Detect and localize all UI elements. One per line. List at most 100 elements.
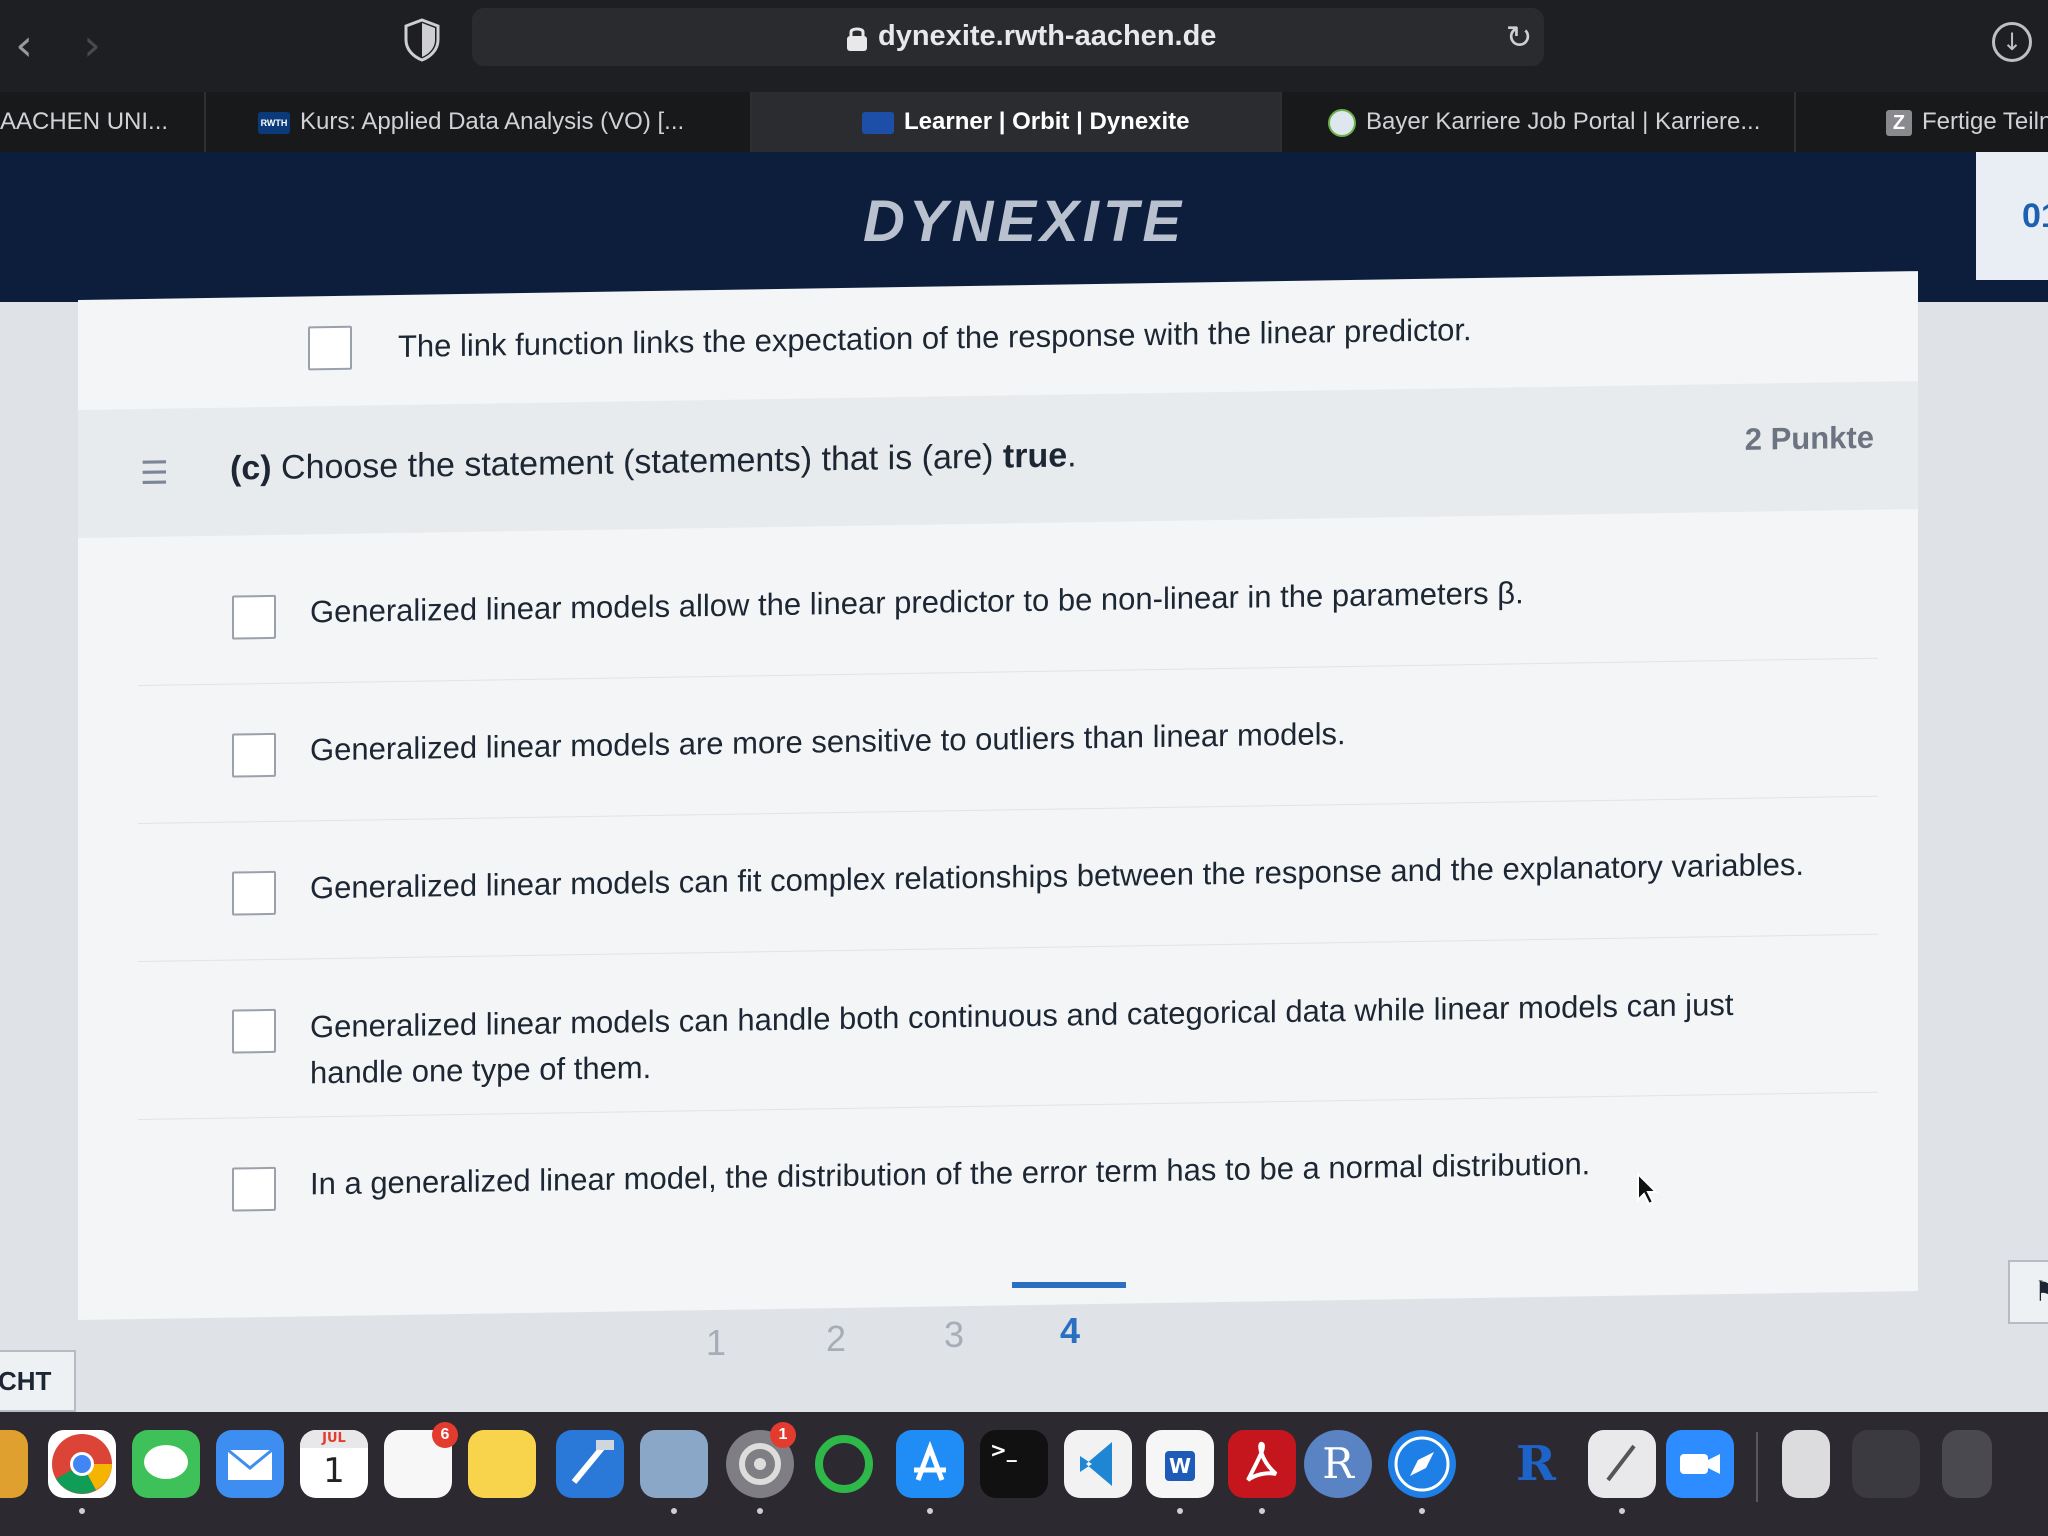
running-indicator [1177, 1508, 1183, 1514]
downloads-stack-icon[interactable] [1942, 1430, 1992, 1498]
question-bold-word: true [1002, 436, 1068, 476]
dock-app-icon[interactable] [0, 1430, 28, 1498]
word-letter: W [1165, 1451, 1195, 1481]
chrome-icon[interactable] [48, 1430, 116, 1498]
rstudio-icon[interactable]: R [1502, 1430, 1570, 1498]
page-2[interactable]: 2 [806, 1318, 866, 1360]
tab-label: Bayer Karriere Job Portal | Karriere... [1366, 108, 1761, 135]
option-checkbox[interactable] [232, 732, 276, 778]
option-5[interactable]: In a generalized linear model, the distr… [138, 1100, 1878, 1257]
browser-toolbar: ‹ › dynexite.rwth-aachen.de ↻ ↓ [0, 0, 2048, 92]
option-text: Generalized linear models can handle bot… [310, 986, 1734, 1091]
zoom-icon[interactable] [1666, 1430, 1734, 1498]
tab-applied-data-analysis[interactable]: RWTH Kurs: Applied Data Analysis (VO) [..… [206, 92, 752, 152]
running-indicator [79, 1508, 85, 1514]
option-text: In a generalized linear model, the distr… [310, 1146, 1591, 1202]
list-icon[interactable]: ☰ [140, 454, 176, 492]
tab-aachen[interactable]: AACHEN UNI... [0, 92, 206, 152]
back-arrow-icon[interactable]: ‹ [2, 20, 46, 72]
chrome-logo-icon [52, 1434, 112, 1494]
activity-ring-icon[interactable] [810, 1430, 878, 1498]
address-bar[interactable]: dynexite.rwth-aachen.de ↻ [472, 8, 1544, 66]
option-1[interactable]: Generalized linear models allow the line… [138, 527, 1878, 687]
question-end: . [1067, 436, 1077, 475]
option-3[interactable]: Generalized linear models can fit comple… [138, 803, 1878, 963]
word-icon[interactable]: W [1146, 1430, 1214, 1498]
video-camera-icon [1680, 1454, 1720, 1474]
option-checkbox[interactable] [232, 1166, 276, 1212]
forward-arrow-icon[interactable]: › [70, 20, 114, 72]
tab-fertige[interactable]: Z Fertige Teiln [1796, 92, 2048, 152]
r-app-icon[interactable]: R [1304, 1430, 1372, 1498]
app-store-logo-icon [914, 1440, 946, 1481]
timer-box: 01 [1976, 152, 2048, 280]
textedit-icon[interactable] [1588, 1430, 1656, 1498]
speech-bubble-icon [144, 1445, 188, 1479]
previous-option[interactable]: The link function links the expectation … [228, 301, 1828, 376]
pencil-icon [1606, 1444, 1636, 1482]
bayer-favicon-icon [1328, 108, 1356, 137]
question-text: (c) Choose the statement (statements) th… [230, 436, 1077, 488]
tab-label: Learner | Orbit | Dynexite [904, 108, 1190, 135]
tab-bar: AACHEN UNI... RWTH Kurs: Applied Data Ana… [0, 92, 2048, 152]
settings-badge: 1 [770, 1422, 796, 1448]
notes-icon[interactable] [468, 1430, 536, 1498]
running-indicator [1619, 1508, 1625, 1514]
page-1[interactable]: 1 [686, 1322, 746, 1364]
tab-label: Kurs: Applied Data Analysis (VO) [... [300, 108, 685, 135]
pagination: 1 2 3 4 [620, 1282, 1180, 1382]
download-icon[interactable]: ↓ [1992, 22, 2032, 62]
running-indicator [757, 1508, 763, 1514]
macos-dock: JUL 1 6 1 >_ W R R [0, 1412, 2048, 1536]
url-text: dynexite.rwth-aachen.de [878, 20, 1217, 52]
page-4[interactable]: 4 [1040, 1310, 1100, 1352]
vscode-logo-icon [1080, 1442, 1112, 1486]
dynexite-logo: DYNEXITE [862, 189, 1186, 254]
option-2[interactable]: Generalized linear models are more sensi… [138, 665, 1878, 825]
reminders-badge: 6 [432, 1422, 458, 1448]
mail-icon[interactable] [216, 1430, 284, 1498]
option-checkbox[interactable] [308, 325, 352, 371]
question-prefix: (c) [230, 448, 272, 488]
hammer-icon [571, 1440, 614, 1484]
page-3[interactable]: 3 [924, 1314, 984, 1356]
privacy-shield-icon[interactable] [402, 18, 442, 62]
question-card: The link function links the expectation … [78, 271, 1918, 1320]
tab-label: Fertige Teiln [1922, 108, 2048, 135]
tab-label: AACHEN UNI... [0, 108, 169, 135]
tab-dynexite[interactable]: Learner | Orbit | Dynexite [752, 92, 1282, 152]
folder-stack-icon[interactable] [1852, 1430, 1920, 1498]
option-text: Generalized linear models are more sensi… [310, 716, 1346, 768]
z-favicon-icon: Z [1886, 109, 1912, 136]
navigation-button[interactable]: CHT [0, 1350, 76, 1412]
points-label: 2 Punkte [1744, 419, 1874, 457]
running-indicator [1259, 1508, 1265, 1514]
document-stack-icon[interactable] [1782, 1430, 1830, 1498]
dock-divider [1756, 1432, 1758, 1502]
ring-icon [815, 1435, 873, 1493]
flag-icon[interactable]: ⚑ [2008, 1260, 2048, 1324]
dynexite-favicon-icon [862, 111, 894, 134]
terminal-icon[interactable]: >_ [980, 1430, 1048, 1498]
xcode-icon[interactable] [556, 1430, 624, 1498]
tab-bayer[interactable]: Bayer Karriere Job Portal | Karriere... [1282, 92, 1796, 152]
calendar-day: 1 [323, 1451, 345, 1491]
option-checkbox[interactable] [232, 594, 276, 640]
messages-icon[interactable] [132, 1430, 200, 1498]
option-4[interactable]: Generalized linear models can handle bot… [138, 941, 1878, 1121]
reminders-icon[interactable]: 6 [384, 1422, 458, 1498]
app-store-icon[interactable] [896, 1430, 964, 1498]
reload-icon[interactable]: ↻ [1502, 20, 1536, 54]
compass-icon [1394, 1436, 1450, 1492]
calendar-icon[interactable]: JUL 1 [300, 1430, 368, 1498]
acrobat-icon[interactable] [1228, 1430, 1296, 1498]
system-settings-icon[interactable]: 1 [726, 1422, 796, 1498]
option-checkbox[interactable] [232, 1008, 276, 1054]
vscode-icon[interactable] [1064, 1430, 1132, 1498]
option-checkbox[interactable] [232, 870, 276, 916]
mouse-cursor-icon [1637, 1172, 1659, 1206]
current-page-indicator [1012, 1282, 1126, 1288]
option-text: Generalized linear models allow the line… [310, 575, 1524, 630]
safari-icon[interactable] [1388, 1430, 1456, 1498]
preview-icon[interactable] [640, 1430, 708, 1498]
